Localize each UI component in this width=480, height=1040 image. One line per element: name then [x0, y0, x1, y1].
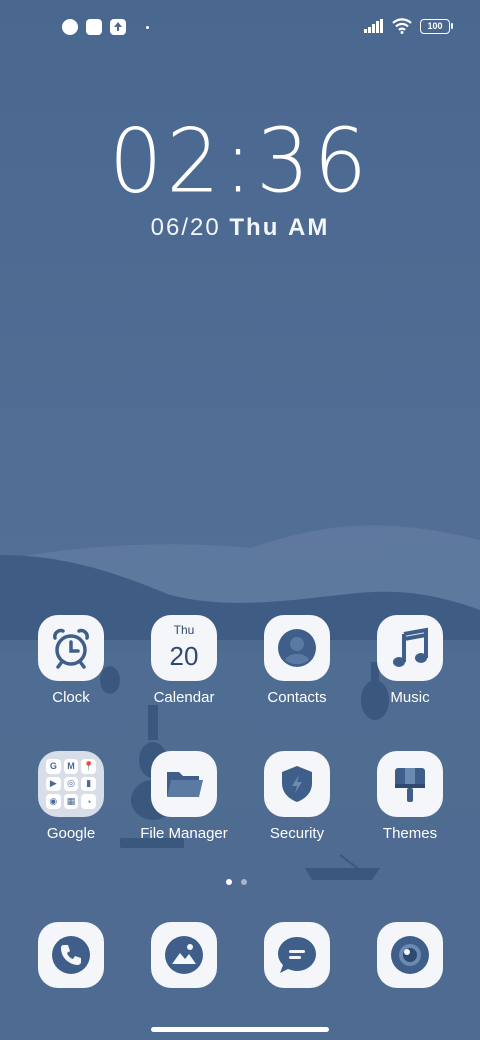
files-icon: ▮ — [81, 776, 96, 792]
app-label: Themes — [382, 825, 438, 842]
app-file-manager[interactable]: File Manager — [129, 751, 239, 842]
wifi-icon — [392, 18, 412, 34]
folder-contents: G M 📍 ▶ ◎ ▮ ◉ ▦ ◔ — [43, 756, 99, 812]
person-icon[interactable] — [264, 615, 330, 681]
page-dot-1[interactable] — [226, 879, 232, 885]
alarm-clock-icon[interactable] — [38, 615, 104, 681]
play-store-icon: ▦ — [63, 794, 79, 809]
brush-icon[interactable] — [377, 751, 443, 817]
dock-phone[interactable] — [16, 922, 126, 988]
app-label: Music — [390, 689, 430, 706]
upload-notification-icon — [110, 19, 126, 35]
folder-icon[interactable]: G M 📍 ▶ ◎ ▮ ◉ ▦ ◔ — [38, 751, 104, 817]
clock-date[interactable]: 06/20 Thu AM — [0, 214, 480, 242]
signal-icon — [364, 19, 383, 33]
phone-icon[interactable] — [38, 922, 104, 988]
page-dot-2[interactable] — [241, 879, 247, 885]
folder-google[interactable]: G M 📍 ▶ ◎ ▮ ◉ ▦ ◔ Google — [16, 751, 126, 842]
app-label: File Manager — [140, 825, 228, 842]
music-note-icon[interactable] — [377, 615, 443, 681]
chrome-icon: ◉ — [46, 794, 61, 809]
app-notification-icon — [62, 19, 78, 35]
calendar-icon[interactable]: Thu 20 — [151, 615, 217, 681]
notification-icons — [62, 19, 149, 35]
clock-time[interactable]: 02:36 — [0, 110, 480, 213]
app-label: Clock — [52, 689, 90, 706]
date-text: 06/20 — [150, 214, 221, 241]
square-notification-icon — [86, 19, 102, 35]
app-label: Contacts — [267, 689, 327, 706]
dock-gallery[interactable] — [129, 922, 239, 988]
gallery-icon[interactable] — [151, 922, 217, 988]
app-security[interactable]: Security — [242, 751, 352, 842]
gmail-icon: M — [63, 759, 79, 774]
system-status: 100 — [364, 18, 453, 34]
app-label: Google — [46, 825, 96, 842]
ampm-text: AM — [288, 214, 330, 241]
status-bar: 100 — [0, 0, 480, 56]
google-icon: G — [46, 759, 61, 774]
calendar-day: Thu — [173, 623, 195, 637]
app-label: Security — [269, 825, 325, 842]
app-themes[interactable]: Themes — [355, 751, 465, 842]
app-contacts[interactable]: Contacts — [242, 615, 352, 706]
photos-icon: ◔ — [81, 794, 96, 809]
message-icon[interactable] — [264, 922, 330, 988]
maps-icon: 📍 — [81, 759, 96, 774]
dock-camera[interactable] — [355, 922, 465, 988]
app-calendar[interactable]: Thu 20 Calendar — [129, 615, 239, 706]
dock-messages[interactable] — [242, 922, 352, 988]
day-text: Thu — [229, 214, 280, 241]
youtube-icon: ▶ — [46, 776, 61, 792]
more-notifications-dot — [146, 25, 149, 29]
shield-icon[interactable] — [264, 751, 330, 817]
app-label: Calendar — [153, 689, 215, 706]
gesture-navigation-bar[interactable] — [151, 1027, 329, 1032]
page-indicator[interactable] — [226, 879, 247, 885]
app-music[interactable]: Music — [355, 615, 465, 706]
battery-indicator: 100 — [420, 18, 453, 34]
lens-icon: ◎ — [63, 776, 79, 792]
camera-icon[interactable] — [377, 922, 443, 988]
app-clock[interactable]: Clock — [16, 615, 126, 706]
calendar-date: 20 — [169, 641, 199, 671]
folder-open-icon[interactable] — [151, 751, 217, 817]
